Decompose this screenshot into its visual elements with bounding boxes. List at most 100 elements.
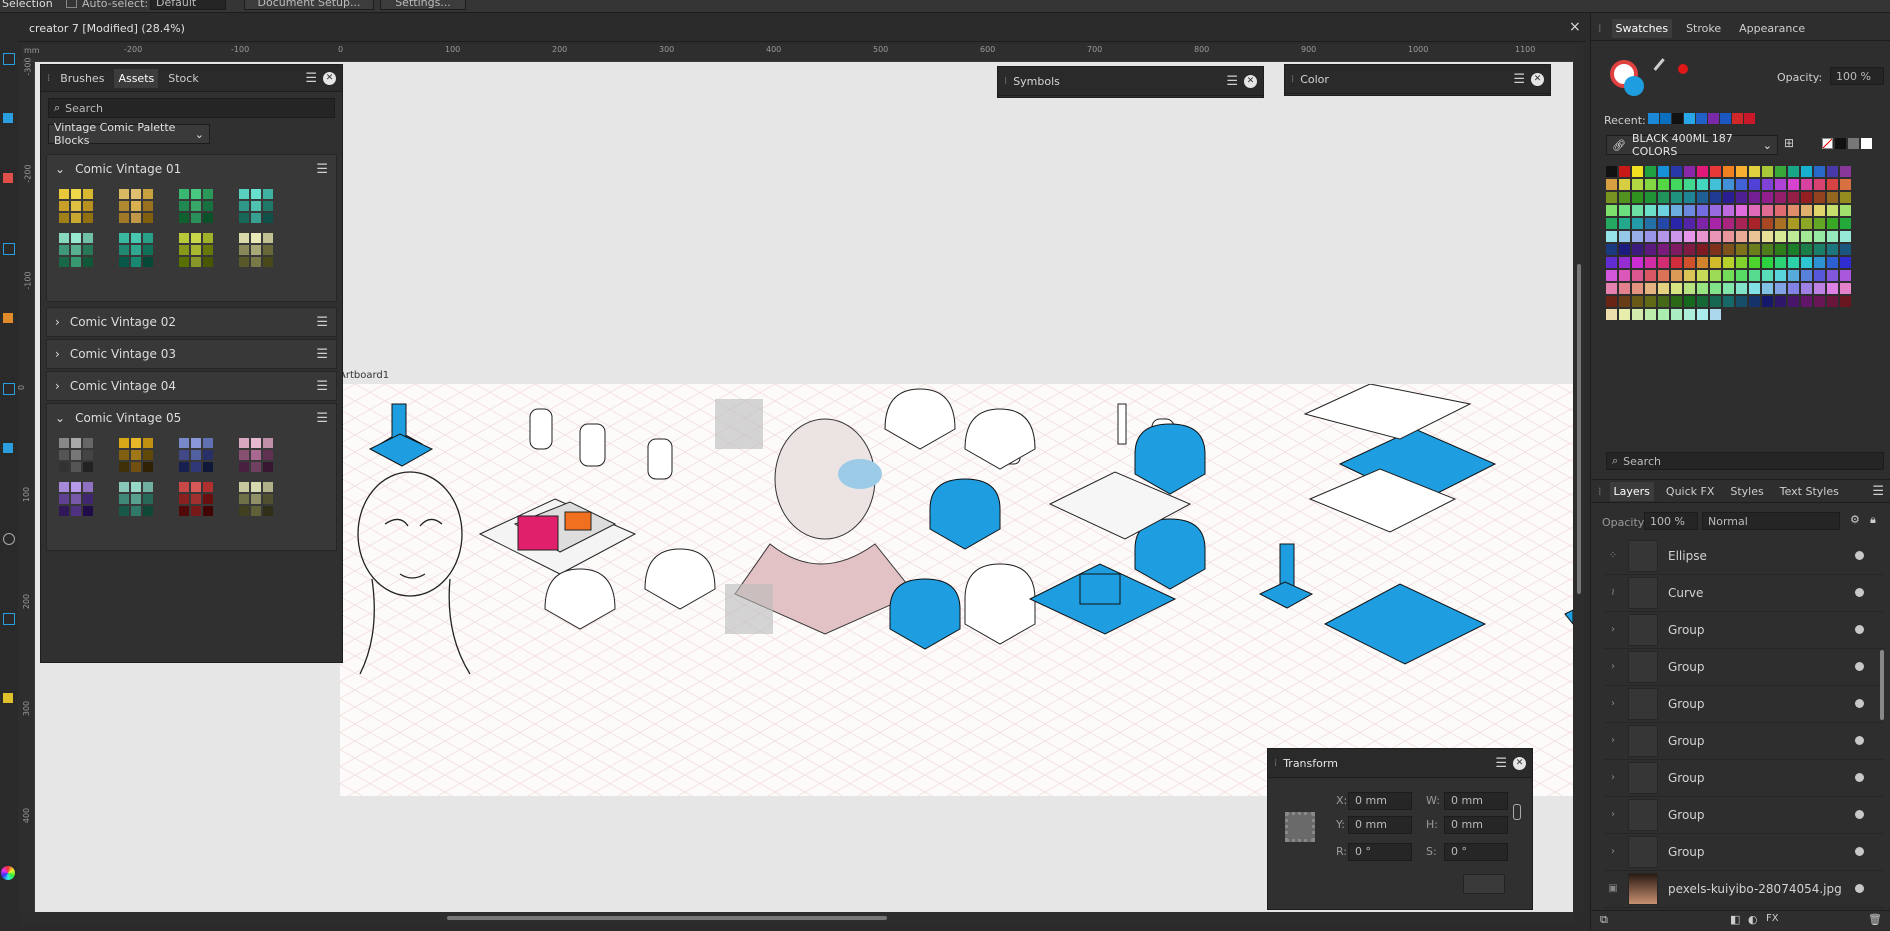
- palette-swatch[interactable]: [1788, 270, 1799, 281]
- palette-swatch[interactable]: [1749, 283, 1760, 294]
- palette-swatch[interactable]: [1762, 257, 1773, 268]
- vertical-scrollbar[interactable]: [1574, 44, 1584, 912]
- palette-swatch[interactable]: [1775, 231, 1786, 242]
- palette-swatch[interactable]: [1606, 296, 1617, 307]
- tab-brushes[interactable]: Brushes: [56, 69, 108, 88]
- fx-icon[interactable]: FX: [1766, 913, 1779, 924]
- palette-swatch[interactable]: [1619, 166, 1630, 177]
- palette-swatch[interactable]: [1645, 218, 1656, 229]
- palette-swatch[interactable]: [1710, 309, 1721, 320]
- palette-dropdown[interactable]: 🔗︎ BLACK 400ML 187 COLORS ⌄: [1606, 132, 1778, 158]
- palette-swatch[interactable]: [1775, 244, 1786, 255]
- lock-icon[interactable]: 🔒︎: [1870, 513, 1876, 527]
- palette-swatch[interactable]: [1697, 231, 1708, 242]
- palette-swatch[interactable]: [1658, 270, 1669, 281]
- visibility-icon[interactable]: [1855, 847, 1864, 856]
- palette-swatch[interactable]: [1827, 270, 1838, 281]
- document-close-icon[interactable]: ×: [1569, 19, 1581, 35]
- asset-section-03[interactable]: › Comic Vintage 03 ☰: [46, 339, 337, 369]
- auto-select-checkbox[interactable]: [66, 0, 77, 8]
- palette-swatch[interactable]: [1619, 192, 1630, 203]
- palette-swatch[interactable]: [1801, 296, 1812, 307]
- palette-swatch[interactable]: [1801, 231, 1812, 242]
- palette-swatch[interactable]: [1801, 166, 1812, 177]
- visibility-icon[interactable]: [1855, 884, 1864, 893]
- chevron-right-icon[interactable]: ›: [1608, 809, 1618, 820]
- recent-swatch[interactable]: [1684, 113, 1695, 124]
- palette-swatch[interactable]: [1762, 192, 1773, 203]
- blend-mode-dropdown[interactable]: Normal: [1702, 512, 1840, 530]
- color-palette-block[interactable]: [239, 233, 299, 267]
- palette-swatch[interactable]: [1840, 244, 1851, 255]
- tool-icon[interactable]: [3, 313, 13, 323]
- palette-swatch[interactable]: [1697, 218, 1708, 229]
- layer-row[interactable]: › Group: [1604, 722, 1884, 760]
- tab-appearance[interactable]: Appearance: [1735, 19, 1809, 38]
- panel-menu-icon[interactable]: ☰: [1495, 756, 1507, 771]
- none-swatch[interactable]: [1822, 138, 1833, 149]
- palette-swatch[interactable]: [1788, 179, 1799, 190]
- palette-swatch[interactable]: [1684, 244, 1695, 255]
- palette-swatch[interactable]: [1762, 205, 1773, 216]
- asset-section-02[interactable]: › Comic Vintage 02 ☰: [46, 307, 337, 337]
- tab-stock[interactable]: Stock: [164, 69, 202, 88]
- palette-swatch[interactable]: [1671, 244, 1682, 255]
- recent-swatch[interactable]: [1732, 113, 1743, 124]
- palette-swatch[interactable]: [1606, 283, 1617, 294]
- palette-swatch[interactable]: [1619, 244, 1630, 255]
- palette-swatch[interactable]: [1606, 166, 1617, 177]
- recent-swatch[interactable]: [1720, 113, 1731, 124]
- add-palette-icon[interactable]: ⊞: [1784, 136, 1794, 150]
- palette-swatch[interactable]: [1671, 231, 1682, 242]
- palette-swatch[interactable]: [1619, 218, 1630, 229]
- chevron-right-icon[interactable]: ›: [1608, 772, 1618, 783]
- section-menu-icon[interactable]: ☰: [316, 162, 328, 177]
- palette-swatch[interactable]: [1645, 283, 1656, 294]
- color-palette-block[interactable]: [179, 438, 239, 472]
- palette-swatch[interactable]: [1684, 296, 1695, 307]
- palette-swatch[interactable]: [1827, 296, 1838, 307]
- palette-swatch[interactable]: [1736, 179, 1747, 190]
- palette-swatch[interactable]: [1827, 192, 1838, 203]
- palette-swatch[interactable]: [1801, 179, 1812, 190]
- palette-swatch[interactable]: [1762, 166, 1773, 177]
- recent-swatch[interactable]: [1744, 113, 1755, 124]
- palette-swatch[interactable]: [1671, 166, 1682, 177]
- palette-swatch[interactable]: [1762, 270, 1773, 281]
- horizontal-scrollbar[interactable]: [22, 913, 1574, 923]
- tool-icon[interactable]: [3, 613, 15, 625]
- scrollbar-thumb[interactable]: [447, 916, 887, 920]
- section-menu-icon[interactable]: ☰: [316, 315, 328, 330]
- recent-swatch[interactable]: [1660, 113, 1671, 124]
- palette-swatch[interactable]: [1671, 270, 1682, 281]
- palette-swatch[interactable]: [1762, 283, 1773, 294]
- palette-swatch[interactable]: [1619, 231, 1630, 242]
- palette-swatch[interactable]: [1697, 257, 1708, 268]
- palette-swatch[interactable]: [1814, 244, 1825, 255]
- palette-swatch[interactable]: [1827, 179, 1838, 190]
- tool-icon[interactable]: [3, 173, 13, 183]
- palette-swatch[interactable]: [1775, 218, 1786, 229]
- section-menu-icon[interactable]: ☰: [316, 411, 328, 426]
- palette-swatch[interactable]: [1606, 270, 1617, 281]
- palette-swatch[interactable]: [1710, 179, 1721, 190]
- palette-swatch[interactable]: [1645, 309, 1656, 320]
- palette-swatch[interactable]: [1749, 257, 1760, 268]
- palette-swatch[interactable]: [1658, 192, 1669, 203]
- palette-swatch[interactable]: [1840, 283, 1851, 294]
- palette-swatch[interactable]: [1671, 296, 1682, 307]
- palette-swatch[interactable]: [1775, 179, 1786, 190]
- close-icon[interactable]: ✕: [323, 71, 336, 85]
- palette-swatch[interactable]: [1814, 192, 1825, 203]
- palette-swatch[interactable]: [1749, 270, 1760, 281]
- palette-swatch[interactable]: [1658, 296, 1669, 307]
- lock-ratio-icon[interactable]: [1513, 804, 1521, 820]
- palette-swatch[interactable]: [1749, 244, 1760, 255]
- drag-handle-icon[interactable]: ⁞: [1274, 758, 1277, 769]
- palette-swatch[interactable]: [1723, 205, 1734, 216]
- panel-menu-icon[interactable]: ☰: [1872, 484, 1884, 499]
- palette-swatch[interactable]: [1684, 283, 1695, 294]
- color-palette-block[interactable]: [239, 189, 299, 223]
- palette-swatch[interactable]: [1658, 257, 1669, 268]
- h-field[interactable]: 0 mm: [1444, 816, 1508, 834]
